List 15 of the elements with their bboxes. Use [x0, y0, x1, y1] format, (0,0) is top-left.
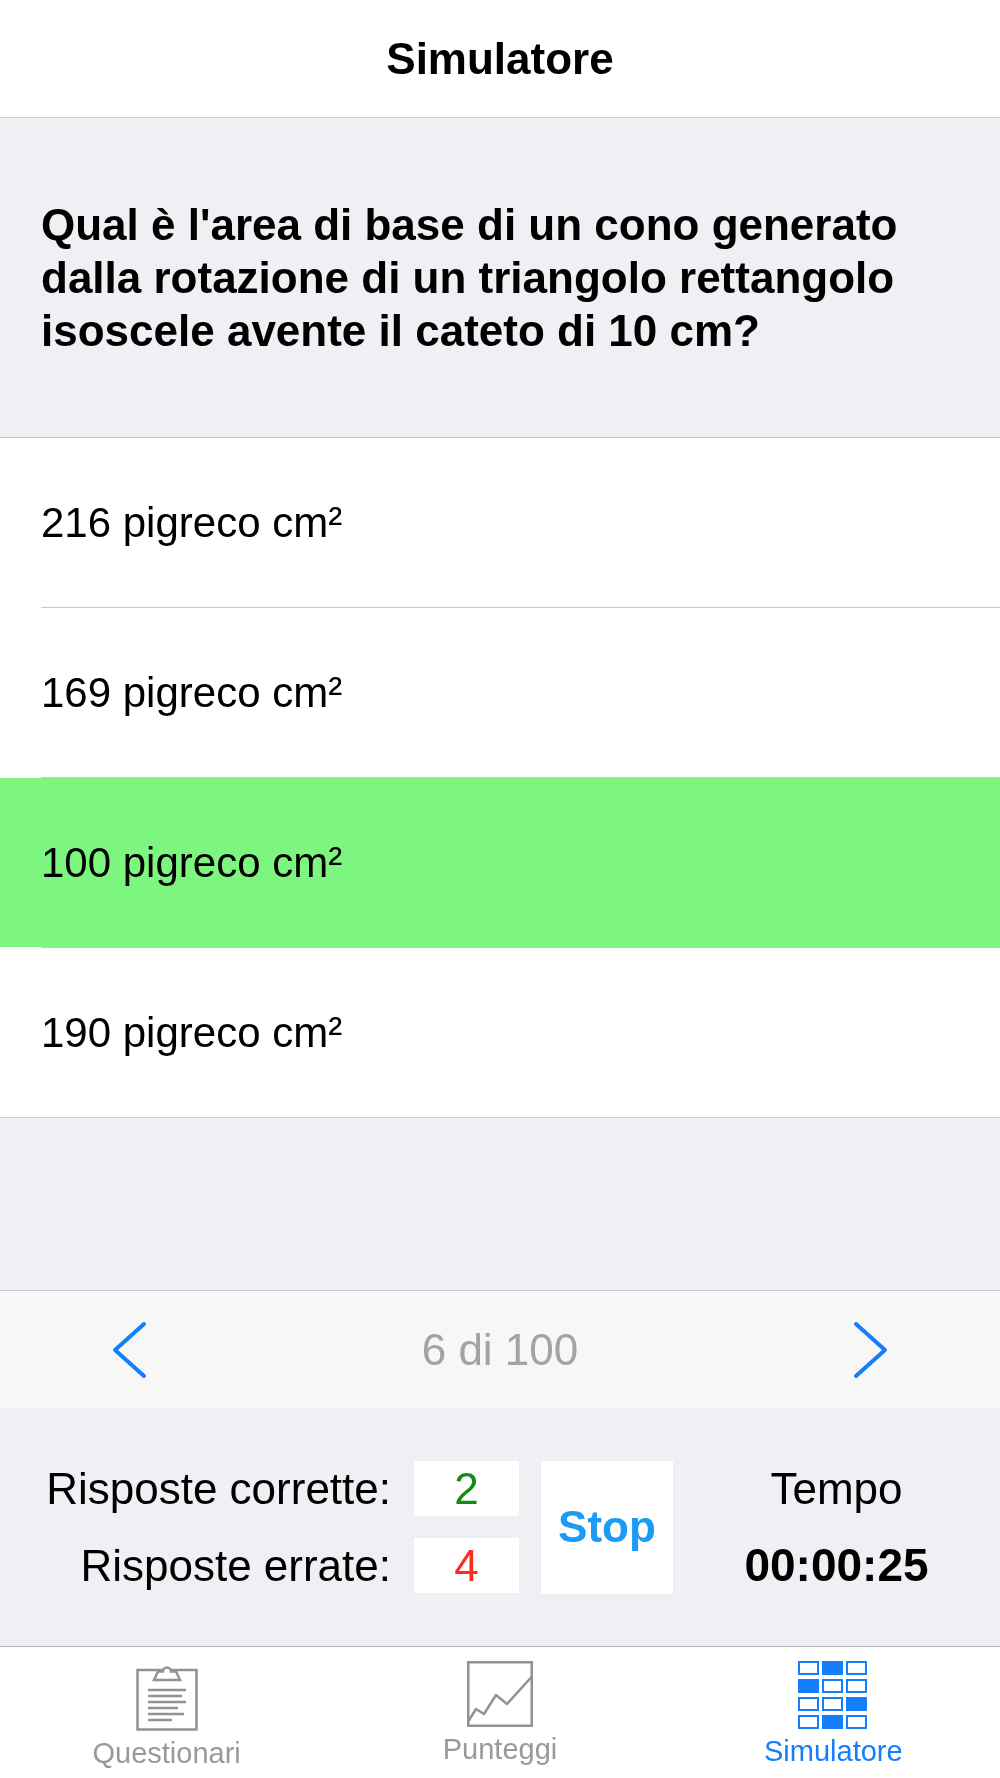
grid-icon — [798, 1661, 869, 1729]
line-chart-icon — [467, 1661, 533, 1727]
counter-label: Risposte errate: — [79, 1540, 391, 1592]
timer-value: 00:00:25 — [744, 1538, 929, 1593]
question-text: Qual è l'area di base di un cono generato dalla rotazione di un triangolo rettangolo isoscele avente il cateto di 10 cm? — [41, 199, 899, 357]
answer-option[interactable]: 100 pigreco cm² — [0, 778, 1000, 947]
counter-value: 4 — [414, 1538, 519, 1593]
chevron-right-icon — [853, 1320, 889, 1379]
timer-label: Tempo — [770, 1463, 903, 1515]
tab-item[interactable]: Simulatore — [666, 1647, 1000, 1778]
screen-title: Simulatore — [386, 32, 614, 85]
counter-label: Risposte corrette: — [45, 1463, 391, 1515]
question-position: 6 di 100 — [421, 1323, 579, 1376]
chevron-left-icon — [111, 1320, 147, 1379]
counter-value: 2 — [414, 1461, 519, 1516]
